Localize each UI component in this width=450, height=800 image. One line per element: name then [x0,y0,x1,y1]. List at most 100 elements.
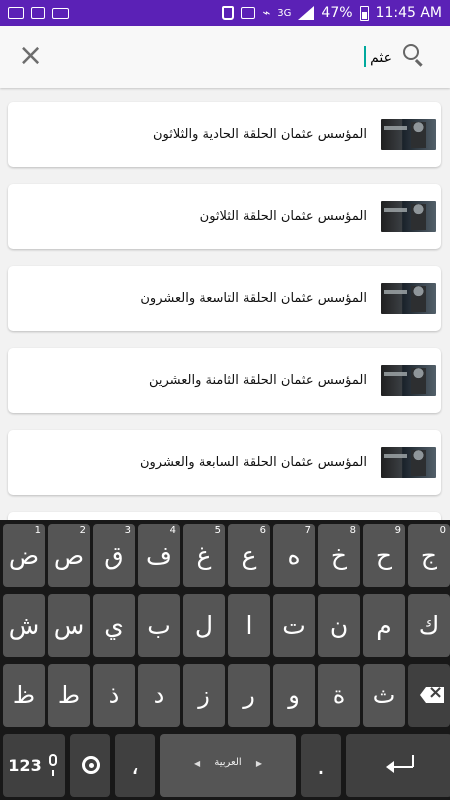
shopping-bag-icon [222,6,235,20]
key-label: ز [198,681,210,709]
key-kaf[interactable]: ك [408,594,450,657]
search-results: المؤسس عثمان الحلقة الحادية والثلاثون ال… [8,102,441,532]
key-label: . [317,751,325,780]
backspace-key[interactable] [408,664,450,727]
search-bar: × [0,26,450,88]
key-label: ة [332,681,346,709]
key-tha[interactable]: ث [363,664,405,727]
key-fa[interactable]: 4ف [138,524,180,587]
microphone-icon [49,754,57,776]
key-ya[interactable]: ي [93,594,135,657]
backspace-icon [420,687,444,703]
battery-icon [359,5,369,21]
search-result-card[interactable]: المؤسس عثمان الحلقة الثامنة والعشرين [8,348,441,413]
result-title: المؤسس عثمان الحلقة الثلاثون [199,209,367,224]
key-ra[interactable]: ر [228,664,270,727]
key-hha[interactable]: 9ح [363,524,405,587]
search-result-card[interactable]: المؤسس عثمان الحلقة الثلاثون [8,184,441,249]
key-label: ط [57,681,81,709]
key-label: ق [104,541,124,570]
key-label: ه [287,541,301,570]
result-title: المؤسس عثمان الحلقة الحادية والثلاثون [152,127,367,142]
search-result-card[interactable]: المؤسس عثمان الحلقة الحادية والثلاثون [8,102,441,167]
search-result-card[interactable]: المؤسس عثمان الحلقة التاسعة والعشرون [8,266,441,331]
key-zay[interactable]: ز [183,664,225,727]
notification-icons [8,7,69,19]
search-input[interactable] [92,45,392,71]
key-label: ي [104,611,124,640]
image-icon [31,7,45,19]
space-language-label: العربية [214,757,242,768]
key-label: 123 [8,756,42,775]
key-qaf[interactable]: 3ق [93,524,135,587]
comma-key[interactable]: ، [115,734,155,797]
status-bar: ⌁ 3G 47% 11:45 AM [0,0,450,26]
key-label: س [53,611,85,640]
key-ta-marbuta[interactable]: ة [318,664,360,727]
episode-thumbnail [381,119,436,150]
key-label: ت [282,611,306,640]
space-key[interactable]: ◀ ▶ العربية [160,734,296,797]
key-ba[interactable]: ب [138,594,180,657]
key-jim[interactable]: 0ج [408,524,450,587]
key-label: ع [241,541,257,570]
key-label: ض [8,541,40,570]
key-label: ح [375,541,393,570]
key-lam[interactable]: ل [183,594,225,657]
key-label: ظ [12,681,36,709]
key-label: غ [196,541,212,570]
settings-key[interactable] [70,734,110,797]
search-icon[interactable] [402,43,426,67]
search-result-card[interactable]: المؤسس عثمان الحلقة السابعة والعشرون [8,430,441,495]
enter-arrow-icon [386,759,414,773]
key-taa[interactable]: ط [48,664,90,727]
key-waw[interactable]: و [273,664,315,727]
message-icon [8,7,24,19]
key-label: ل [194,611,214,640]
keyboard-icon [52,7,69,19]
battery-percentage: 47% [321,5,353,21]
close-icon[interactable]: × [18,41,43,71]
key-ain[interactable]: 6ع [228,524,270,587]
signal-icon [298,6,315,20]
key-label: ج [420,541,438,570]
result-title: المؤسس عثمان الحلقة الثامنة والعشرين [148,373,367,388]
settings-icon [82,756,100,774]
enter-key[interactable] [346,734,450,797]
key-label: ا [245,611,253,640]
key-label: ص [53,541,85,570]
key-ta[interactable]: ت [273,594,315,657]
numbers-key[interactable]: 123 [3,734,65,797]
key-ha[interactable]: 7ه [273,524,315,587]
key-dad[interactable]: 1ض [3,524,45,587]
search-icon-handle [415,59,423,67]
key-label: ف [146,541,172,570]
alarm-icon [241,7,256,19]
key-label: خ [330,541,348,570]
key-dal[interactable]: د [138,664,180,727]
key-nun[interactable]: ن [318,594,360,657]
period-key[interactable]: . [301,734,341,797]
clock: 11:45 AM [375,5,442,21]
key-label: ر [243,681,255,709]
key-sad[interactable]: 2ص [48,524,90,587]
system-status: ⌁ 3G 47% 11:45 AM [222,5,442,21]
key-label: م [376,611,392,640]
key-mim[interactable]: م [363,594,405,657]
key-za[interactable]: ظ [3,664,45,727]
key-alif[interactable]: ا [228,594,270,657]
key-ghain[interactable]: 5غ [183,524,225,587]
enter-arrow-stem [412,755,414,767]
key-label: ذ [108,681,120,709]
key-kha[interactable]: 8خ [318,524,360,587]
key-label: ث [372,681,396,709]
key-label: ك [418,611,440,640]
key-sin[interactable]: س [48,594,90,657]
key-dhal[interactable]: ذ [93,664,135,727]
episode-thumbnail [381,283,436,314]
key-label: و [288,681,300,709]
arabic-keyboard: 1ض 2ص 3ق 4ف 5غ 6ع 7ه 8خ 9ح 0ج ش س ي ب ل … [0,520,450,800]
text-cursor [364,46,366,67]
key-shin[interactable]: ش [3,594,45,657]
episode-thumbnail [381,365,436,396]
